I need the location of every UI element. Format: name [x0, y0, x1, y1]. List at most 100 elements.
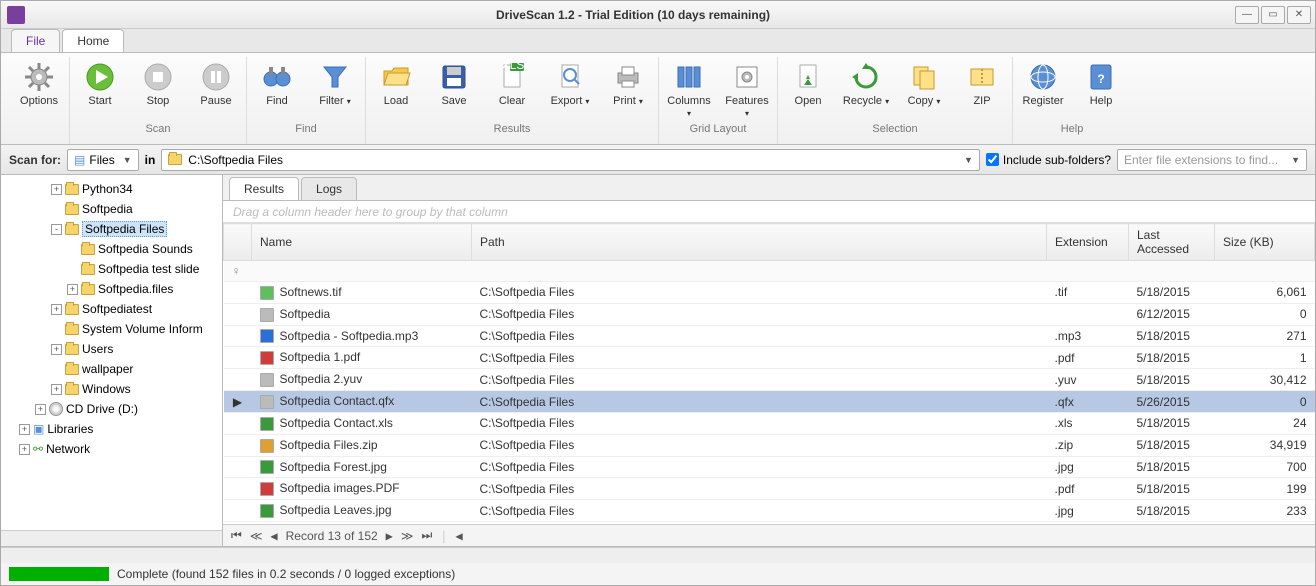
tree-node[interactable]: Softpedia: [3, 199, 220, 219]
load-button[interactable]: Load: [372, 57, 420, 121]
save-button[interactable]: Save: [430, 57, 478, 121]
col-size[interactable]: Size (KB): [1215, 224, 1315, 261]
tree-expander[interactable]: +: [51, 344, 62, 355]
table-row[interactable]: Softpedia Contact.xlsC:\Softpedia Files.…: [224, 412, 1315, 434]
tab-results[interactable]: Results: [229, 177, 299, 200]
filter-path[interactable]: [472, 261, 1047, 282]
table-row[interactable]: Softpedia 1.pdfC:\Softpedia Files.pdf5/1…: [224, 347, 1315, 369]
table-row[interactable]: Softpedia Files.zipC:\Softpedia Files.zi…: [224, 434, 1315, 456]
export-button[interactable]: Export ▾: [546, 57, 594, 121]
tree-scrollbar[interactable]: [1, 530, 222, 546]
filter-ext[interactable]: [1047, 261, 1129, 282]
register-button[interactable]: Register: [1019, 57, 1067, 121]
tree-expander[interactable]: +: [19, 444, 30, 455]
col-path[interactable]: Path: [472, 224, 1047, 261]
nav-prevpage[interactable]: ≪: [250, 529, 263, 543]
path-input[interactable]: [188, 153, 954, 167]
tree-node[interactable]: +▣Libraries: [3, 419, 220, 439]
include-subfolders-checkbox[interactable]: Include sub-folders?: [986, 153, 1111, 167]
copy-button[interactable]: Copy ▾: [900, 57, 948, 121]
nav-next[interactable]: ▶: [386, 529, 393, 543]
pause-button[interactable]: Pause: [192, 57, 240, 121]
table-row[interactable]: SoftpediaC:\Softpedia Files6/12/20150: [224, 303, 1315, 325]
tree-expander[interactable]: +: [51, 384, 62, 395]
filter-last[interactable]: [1129, 261, 1215, 282]
filter-handle[interactable]: ♀: [224, 261, 252, 282]
cell-path: C:\Softpedia Files: [472, 456, 1047, 478]
tree-node[interactable]: + Users: [3, 339, 220, 359]
nav-left[interactable]: ◀: [456, 529, 463, 543]
tree-expander[interactable]: +: [35, 404, 46, 415]
col-name[interactable]: Name: [252, 224, 472, 261]
tab-logs[interactable]: Logs: [301, 177, 357, 200]
stop-button[interactable]: Stop: [134, 57, 182, 121]
open-button[interactable]: Open: [784, 57, 832, 121]
columns-button[interactable]: Columns ▾: [665, 57, 713, 121]
tree-node[interactable]: -Softpedia Files: [3, 219, 220, 239]
filter-button[interactable]: Filter ▾: [311, 57, 359, 121]
minimize-button[interactable]: —: [1235, 6, 1259, 24]
tree-node[interactable]: Softpedia Sounds: [3, 239, 220, 259]
tree-node[interactable]: Softpedia test slide: [3, 259, 220, 279]
col-last[interactable]: Last Accessed: [1129, 224, 1215, 261]
tree-expander[interactable]: +: [51, 304, 62, 315]
path-combo[interactable]: ▼: [161, 149, 980, 171]
tree-label: Users: [82, 342, 113, 356]
nav-first[interactable]: ⏮: [231, 528, 242, 543]
include-checkbox[interactable]: [986, 153, 999, 166]
tree-node[interactable]: +CD Drive (D:): [3, 399, 220, 419]
table-row[interactable]: Softpedia - Softpedia.mp3C:\Softpedia Fi…: [224, 325, 1315, 347]
table-row[interactable]: Softnews.tifC:\Softpedia Files.tif5/18/2…: [224, 282, 1315, 304]
file-icon: [260, 373, 274, 387]
tree-node[interactable]: +Windows: [3, 379, 220, 399]
filter-size[interactable]: [1215, 261, 1315, 282]
features-button[interactable]: Features ▾: [723, 57, 771, 121]
tree-node[interactable]: +Softpediatest: [3, 299, 220, 319]
zip-button[interactable]: ZIP: [958, 57, 1006, 121]
nav-prev[interactable]: ◀: [270, 529, 277, 543]
tree-expander[interactable]: +: [67, 284, 78, 295]
scanfor-combo[interactable]: ▤ Files ▼: [67, 149, 139, 171]
ribbon-label: Recycle ▾: [843, 95, 889, 107]
recycle-icon: [850, 61, 882, 93]
tree-node[interactable]: System Volume Inform: [3, 319, 220, 339]
nav-last[interactable]: ⏭: [421, 528, 432, 543]
tree-node[interactable]: wallpaper: [3, 359, 220, 379]
print-button[interactable]: Print ▾: [604, 57, 652, 121]
table-row[interactable]: ▶Softpedia Contact.qfxC:\Softpedia Files…: [224, 391, 1315, 413]
tree-expander[interactable]: -: [51, 224, 62, 235]
col-indicator[interactable]: [224, 224, 252, 261]
folder-tree[interactable]: +Python34Softpedia-Softpedia FilesSoftpe…: [1, 175, 223, 530]
cell-name: Softpedia - Softpedia.mp3: [252, 325, 472, 347]
tree-expander[interactable]: +: [51, 184, 62, 195]
clear-button[interactable]: XLSXClear: [488, 57, 536, 121]
menu-home[interactable]: Home: [62, 29, 124, 52]
tree-node[interactable]: +⚯Network: [3, 439, 220, 459]
recycle-button[interactable]: Recycle ▾: [842, 57, 890, 121]
options-button[interactable]: Options: [15, 57, 63, 121]
table-row[interactable]: Softpedia 2.yuvC:\Softpedia Files.yuv5/1…: [224, 369, 1315, 391]
folder-icon: [65, 324, 79, 335]
extensions-filter[interactable]: Enter file extensions to find... ▼: [1117, 149, 1307, 171]
nav-text: Record 13 of 152: [286, 529, 378, 543]
filter-name[interactable]: [252, 261, 472, 282]
menu-file[interactable]: File: [11, 29, 60, 52]
group-hint[interactable]: Drag a column header here to group by th…: [223, 201, 1315, 223]
tree-expander[interactable]: +: [19, 424, 30, 435]
tree-node[interactable]: +Python34: [3, 179, 220, 199]
table-row[interactable]: Softpedia Leaves.jpgC:\Softpedia Files.j…: [224, 500, 1315, 522]
results-grid[interactable]: Name Path Extension Last Accessed Size (…: [223, 223, 1315, 524]
nav-nextpage[interactable]: ≫: [401, 529, 414, 543]
tree-node[interactable]: +Softpedia.files: [3, 279, 220, 299]
close-button[interactable]: ✕: [1287, 6, 1311, 24]
table-row[interactable]: Softpedia images.PDFC:\Softpedia Files.p…: [224, 478, 1315, 500]
main-scrollbar[interactable]: [1, 547, 1315, 563]
include-label: Include sub-folders?: [1003, 153, 1111, 167]
help-button[interactable]: ?Help: [1077, 57, 1125, 121]
col-ext[interactable]: Extension: [1047, 224, 1129, 261]
table-row[interactable]: Softpedia Forest.jpgC:\Softpedia Files.j…: [224, 456, 1315, 478]
maximize-button[interactable]: ▭: [1261, 6, 1285, 24]
start-button[interactable]: Start: [76, 57, 124, 121]
tree-label: System Volume Inform: [82, 322, 203, 336]
find-button[interactable]: Find: [253, 57, 301, 121]
